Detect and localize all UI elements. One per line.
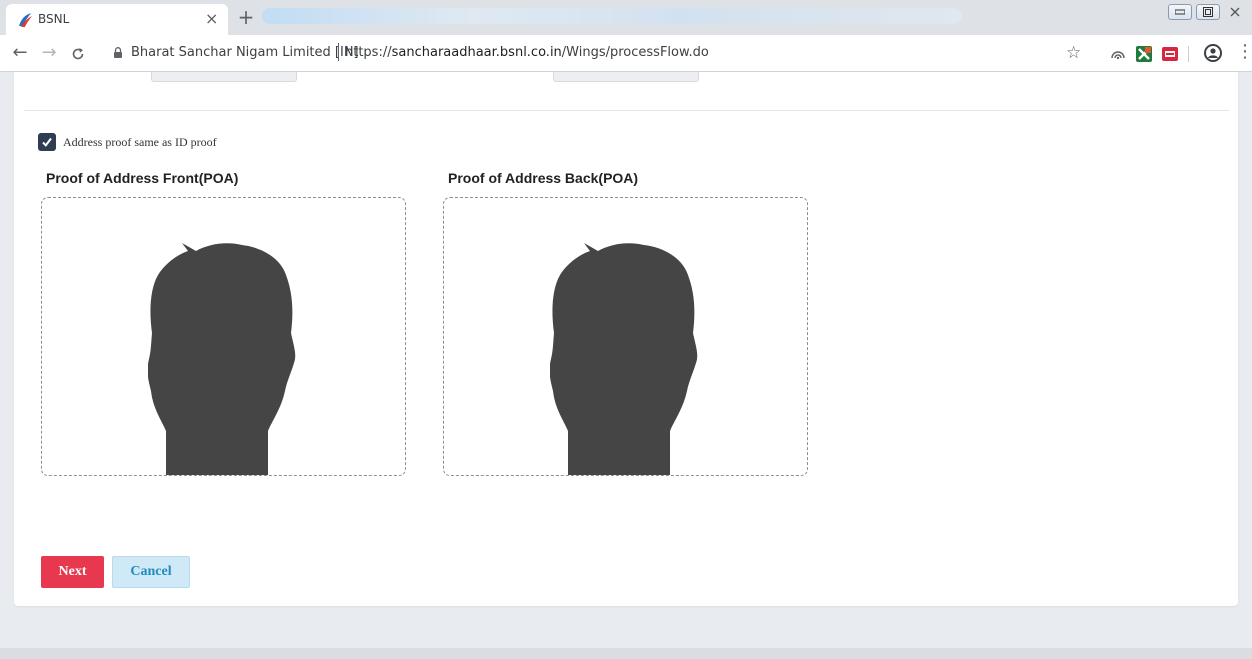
new-tab-button[interactable]: +	[234, 6, 258, 30]
excel-extension-icon[interactable]	[1136, 46, 1152, 62]
address-bar[interactable]: Bharat Sanchar Nigam Limited [IN] https:…	[104, 40, 1094, 67]
hidden-upload-button-left[interactable]	[151, 72, 297, 82]
poa-back-title: Proof of Address Back(POA)	[448, 170, 639, 186]
pdf-extension-icon[interactable]	[1162, 46, 1178, 62]
toolbar-separator	[1188, 46, 1189, 62]
bookmark-star-icon[interactable]: ☆	[1066, 43, 1081, 63]
lock-icon	[114, 47, 122, 58]
browser-tab[interactable]: BSNL ×	[6, 4, 228, 35]
page-footer-strip	[0, 648, 1252, 659]
poa-back-upload-area[interactable]	[443, 197, 808, 476]
poa-front-upload-area[interactable]	[41, 197, 406, 476]
url-path: /Wings/processFlow.do	[561, 45, 709, 60]
tab-close-icon[interactable]: ×	[205, 9, 218, 28]
form-card: Address proof same as ID proof Proof of …	[14, 72, 1238, 606]
hidden-upload-button-right[interactable]	[553, 72, 699, 82]
url-text[interactable]: https://sancharaadhaar.bsnl.co.in/Wings/…	[345, 45, 709, 60]
same-address-checkbox[interactable]	[38, 133, 56, 151]
url-domain: sancharaadhaar.bsnl.co.in	[391, 45, 562, 60]
person-silhouette-icon	[550, 243, 698, 475]
maximize-icon[interactable]	[1196, 4, 1220, 20]
window-controls	[1168, 4, 1246, 20]
profile-icon[interactable]	[1204, 44, 1222, 62]
cancel-button[interactable]: Cancel	[112, 556, 190, 588]
bsnl-logo-icon	[19, 13, 32, 27]
person-silhouette-icon	[148, 243, 296, 475]
section-divider	[24, 110, 1229, 111]
site-identity: Bharat Sanchar Nigam Limited [IN]	[131, 45, 359, 60]
next-button[interactable]: Next	[41, 556, 104, 588]
browser-toolbar: ← → Bharat Sanchar Nigam Limited [IN] ht…	[0, 35, 1252, 72]
blurred-title-area	[262, 8, 962, 24]
browser-tab-strip: BSNL × +	[0, 0, 1252, 35]
poa-front-title: Proof of Address Front(POA)	[46, 170, 239, 186]
checkmark-icon	[42, 137, 52, 147]
kebab-menu-icon[interactable]: ⋮	[1236, 41, 1252, 62]
same-address-option[interactable]: Address proof same as ID proof	[38, 133, 217, 151]
minimize-icon[interactable]	[1168, 4, 1192, 20]
close-window-icon[interactable]	[1224, 4, 1246, 20]
tab-title: BSNL	[38, 12, 70, 26]
cast-icon[interactable]	[1110, 46, 1126, 62]
url-separator	[338, 43, 339, 61]
reload-icon[interactable]	[66, 42, 90, 66]
forward-arrow-icon[interactable]: →	[37, 42, 61, 66]
url-prefix: https://	[345, 45, 392, 60]
same-address-label: Address proof same as ID proof	[63, 134, 217, 149]
page-background: Address proof same as ID proof Proof of …	[0, 72, 1252, 659]
back-arrow-icon[interactable]: ←	[8, 42, 32, 66]
